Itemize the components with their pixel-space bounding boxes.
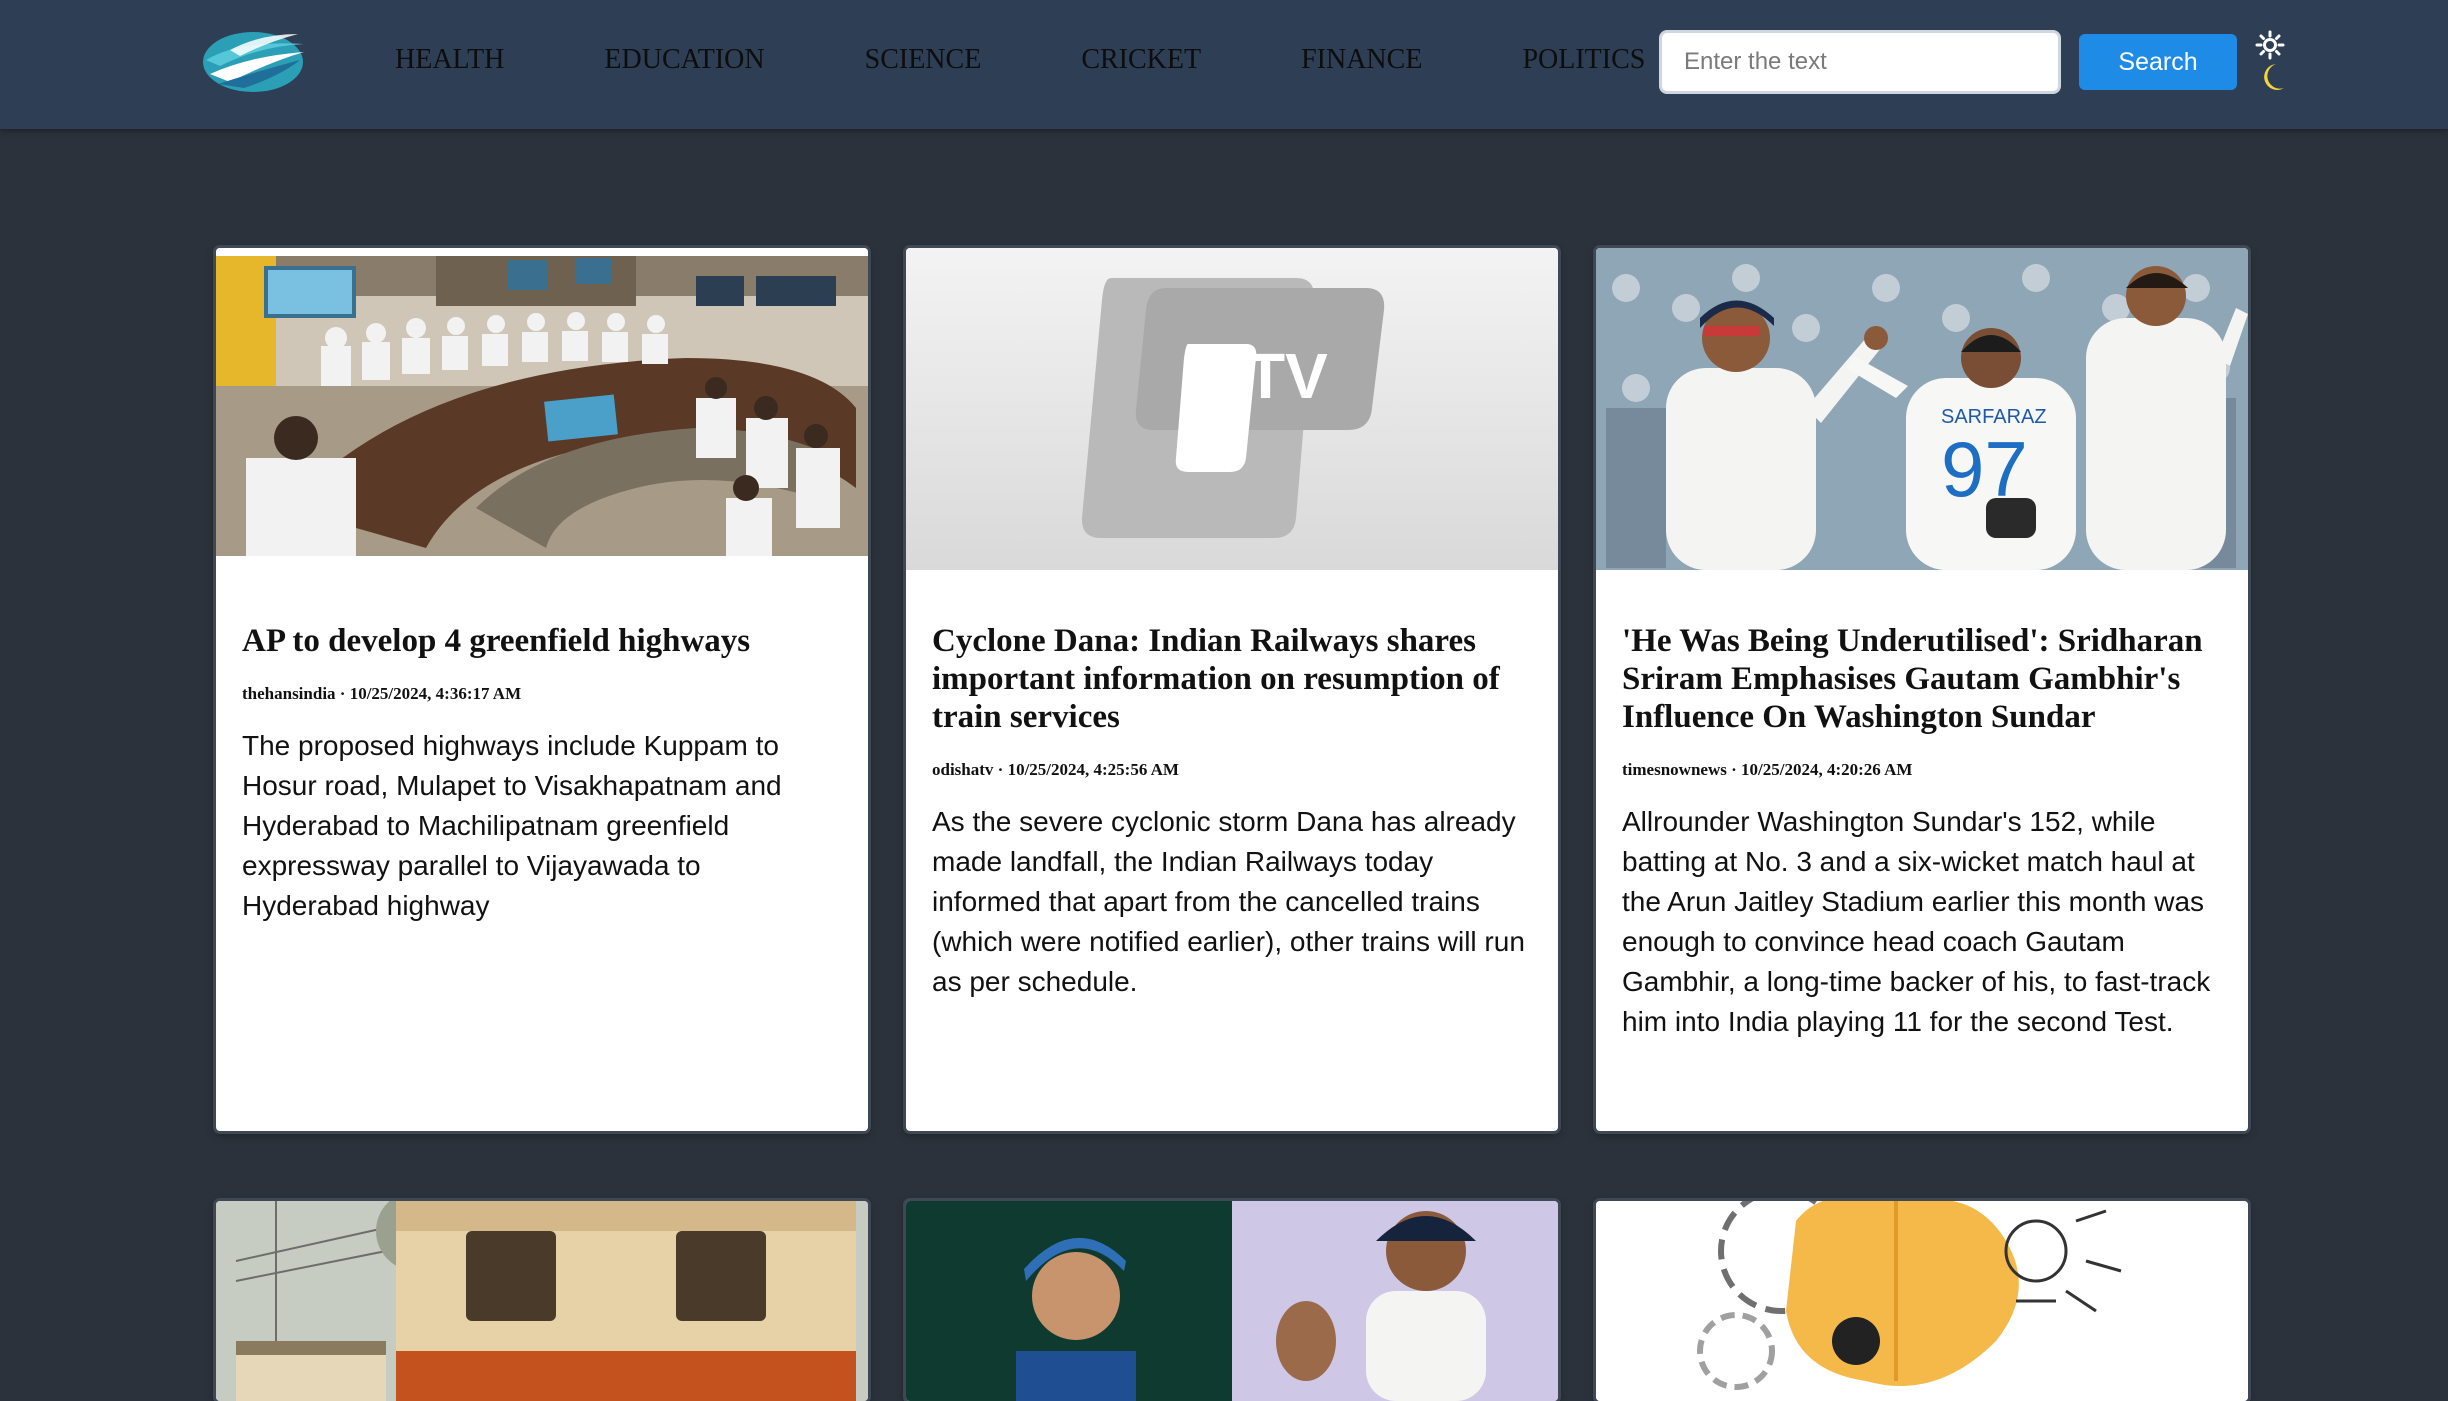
news-card[interactable]: SARFARAZ 97 'He Was Being Underutilised'…	[1596, 248, 2248, 1131]
news-card[interactable]	[216, 1201, 868, 1401]
nav-link-cricket[interactable]: CRICKET	[1081, 44, 1201, 76]
card-body: Cyclone Dana: Indian Railways shares imp…	[906, 622, 1558, 1002]
news-card[interactable]: TV Cyclone Dana: Indian Railways shares …	[906, 248, 1558, 1131]
article-image-brain-illustration	[1596, 1201, 2248, 1401]
nav-link-education[interactable]: EDUCATION	[604, 44, 764, 76]
nav-link-politics[interactable]: POLITICS	[1522, 44, 1645, 76]
article-description: Allrounder Washington Sundar's 152, whil…	[1622, 806, 2211, 1037]
search-input[interactable]	[1659, 30, 2061, 94]
news-card[interactable]	[1596, 1201, 2248, 1401]
article-description: The proposed highways include Kuppam to …	[242, 730, 782, 921]
article-title[interactable]: 'He Was Being Underutilised': Sridharan …	[1622, 622, 2222, 736]
card-body: AP to develop 4 greenfield highways theh…	[216, 622, 868, 926]
moon-icon	[2264, 64, 2284, 90]
article-title[interactable]: Cyclone Dana: Indian Railways shares imp…	[932, 622, 1532, 736]
theme-toggle[interactable]	[2250, 30, 2290, 94]
sun-icon	[2255, 30, 2285, 60]
article-meta: timesnownews · 10/25/2024, 4:20:26 AM	[1622, 760, 1913, 779]
article-title[interactable]: AP to develop 4 greenfield highways	[242, 622, 842, 660]
article-image-meeting	[216, 248, 868, 568]
article-description: As the severe cyclonic storm Dana has al…	[932, 806, 1525, 997]
nav-links: HEALTH EDUCATION SCIENCE CRICKET FINANCE…	[395, 44, 1645, 76]
nav-link-health[interactable]: HEALTH	[395, 44, 504, 76]
news-card[interactable]: AP to develop 4 greenfield highways theh…	[216, 248, 868, 1131]
article-meta: thehansindia · 10/25/2024, 4:36:17 AM	[242, 684, 522, 703]
article-meta: odishatv · 10/25/2024, 4:25:56 AM	[932, 760, 1179, 779]
site-logo[interactable]	[200, 26, 306, 94]
card-body: 'He Was Being Underutilised': Sridharan …	[1596, 622, 2248, 1042]
search-button[interactable]: Search	[2079, 34, 2237, 90]
article-image-cricket-celebration: SARFARAZ 97	[1596, 248, 2248, 570]
news-card[interactable]	[906, 1201, 1558, 1401]
nav-link-finance[interactable]: FINANCE	[1301, 44, 1422, 76]
nav-link-science[interactable]: SCIENCE	[865, 44, 982, 76]
article-image-gambhir-sundar	[906, 1201, 1558, 1401]
article-image-tv-logo: TV	[906, 248, 1558, 570]
tv-logo-text: TV	[1246, 340, 1328, 412]
article-image-train	[216, 1201, 868, 1401]
navbar: HEALTH EDUCATION SCIENCE CRICKET FINANCE…	[0, 0, 2448, 129]
